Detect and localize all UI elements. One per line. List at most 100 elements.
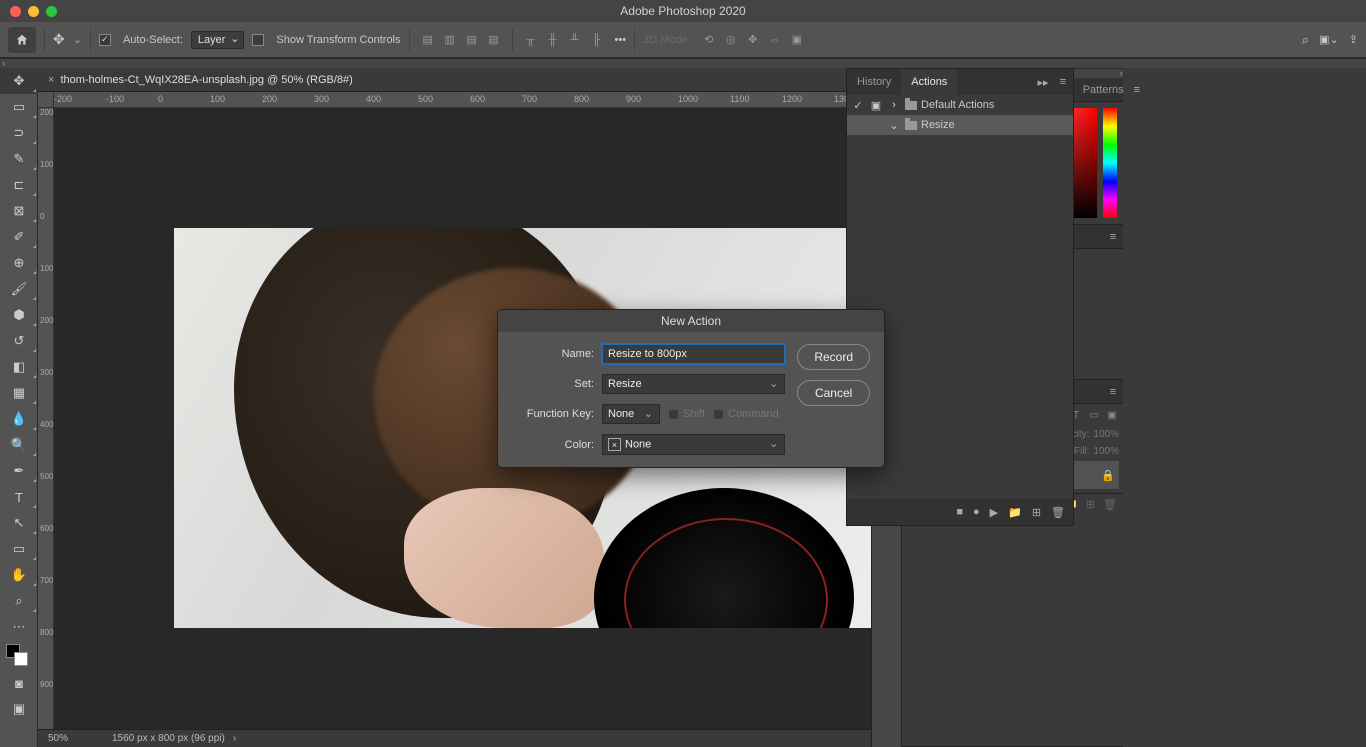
delete-action-icon[interactable]: 🗑 <box>1051 506 1065 519</box>
new-layer-icon[interactable]: ⊞ <box>1086 498 1095 511</box>
play-icon[interactable]: ▶ <box>990 506 998 519</box>
opacity-value[interactable]: 100% <box>1093 429 1119 440</box>
edit-toolbar[interactable]: ⋯ <box>0 614 38 640</box>
document-tab-title: thom-holmes-Ct_WqIX28EA-unsplash.jpg @ 5… <box>60 74 352 86</box>
filter-smart-icon[interactable]: ▣ <box>1105 409 1119 423</box>
auto-select-label: Auto-Select: <box>123 34 183 46</box>
ruler-corner[interactable] <box>38 92 54 108</box>
auto-select-checkbox[interactable] <box>99 34 111 46</box>
panel-collapse-strip[interactable]: ‹‹ <box>0 58 1366 68</box>
panel-menu-icon[interactable]: ≡ <box>1134 78 1140 101</box>
record-button[interactable]: Record <box>797 344 870 370</box>
marquee-tool[interactable]: ▭ <box>0 94 38 120</box>
blur-tool[interactable]: 💧 <box>0 406 38 432</box>
filter-shape-icon[interactable]: ▭ <box>1087 409 1101 423</box>
path-select-tool[interactable]: ↖ <box>0 510 38 536</box>
folder-icon <box>905 101 917 110</box>
record-icon[interactable]: ● <box>973 506 980 518</box>
show-transform-label: Show Transform Controls <box>276 34 400 46</box>
healing-tool[interactable]: ⊕ <box>0 250 38 276</box>
action-item-default[interactable]: ✓ ▣ › Default Actions <box>847 95 1073 115</box>
tab-actions[interactable]: Actions <box>901 69 957 95</box>
auto-select-dropdown[interactable]: Layer <box>191 31 245 49</box>
window-maximize-icon[interactable] <box>46 6 57 17</box>
quick-mask-tool[interactable]: ◙ <box>0 670 38 696</box>
tab-history[interactable]: History <box>847 69 901 95</box>
color-swatch-tool[interactable] <box>0 640 38 670</box>
ruler-vertical[interactable]: 20010001002003004005006007008009001000 <box>38 108 54 729</box>
fill-label: Fill: <box>1074 446 1090 457</box>
close-tab-icon[interactable]: × <box>48 74 54 86</box>
dodge-tool[interactable]: 🔍 <box>0 432 38 458</box>
set-dropdown[interactable]: Resize <box>602 374 785 394</box>
panel-collapse-icon[interactable]: ▸▸ <box>1033 69 1053 95</box>
document-tab[interactable]: × thom-holmes-Ct_WqIX28EA-unsplash.jpg @… <box>38 68 363 92</box>
titlebar: Adobe Photoshop 2020 <box>0 0 1366 22</box>
shape-tool[interactable]: ▭ <box>0 536 38 562</box>
name-input[interactable] <box>602 344 785 364</box>
distribute-left-icon[interactable]: ╟ <box>587 30 607 50</box>
expand-icon[interactable]: ⌄ <box>887 119 901 132</box>
brush-tool[interactable]: 🖌 <box>0 276 38 302</box>
stamp-tool[interactable]: ⬢ <box>0 302 38 328</box>
panel-menu-icon[interactable]: ≡ <box>1103 380 1123 403</box>
hand-tool[interactable]: ✋ <box>0 562 38 588</box>
distribute-bottom-icon[interactable]: ╨ <box>565 30 585 50</box>
color-dropdown[interactable]: ×None <box>602 434 785 455</box>
panel-menu-icon[interactable]: ≡ <box>1053 69 1073 95</box>
home-button[interactable] <box>8 27 36 53</box>
frame-tool[interactable]: ⊠ <box>0 198 38 224</box>
cancel-button[interactable]: Cancel <box>797 380 870 406</box>
action-toggle-icon[interactable]: ✓ <box>851 99 865 112</box>
eraser-tool[interactable]: ◧ <box>0 354 38 380</box>
action-item-resize[interactable]: ⌄ Resize <box>847 115 1073 135</box>
action-name: Default Actions <box>921 99 994 111</box>
move-tool-icon: ✥ <box>53 31 65 48</box>
share-icon[interactable]: ⇪ <box>1349 33 1358 46</box>
folder-icon <box>905 121 917 130</box>
options-bar: ✥ ⌄ Auto-Select: Layer Show Transform Co… <box>0 22 1366 58</box>
set-label: Set: <box>512 378 594 390</box>
align-right-icon[interactable]: ▤ <box>462 30 482 50</box>
window-close-icon[interactable] <box>10 6 21 17</box>
distribute-top-icon[interactable]: ╥ <box>521 30 541 50</box>
status-more-icon[interactable]: › <box>233 733 236 744</box>
stop-icon[interactable]: ■ <box>956 506 963 518</box>
ruler-horizontal[interactable]: -200-10001002003004005006007008009001000… <box>54 92 871 108</box>
align-center-h-icon[interactable]: ▥ <box>440 30 460 50</box>
align-top-icon[interactable]: ▤ <box>484 30 504 50</box>
eyedropper-tool[interactable]: ✐ <box>0 224 38 250</box>
zoom-tool[interactable]: ⌕ <box>0 588 38 614</box>
zoom-level[interactable]: 50% <box>38 733 98 744</box>
crop-tool[interactable]: ⊏ <box>0 172 38 198</box>
search-icon[interactable]: ⌕ <box>1302 32 1309 48</box>
fill-value[interactable]: 100% <box>1093 446 1119 457</box>
delete-layer-icon[interactable]: 🗑 <box>1103 498 1117 511</box>
3d-slide-icon: ⇔ <box>765 30 785 50</box>
new-set-icon[interactable]: 📁 <box>1008 506 1022 519</box>
3d-orbit-icon: ⟲ <box>699 30 719 50</box>
align-left-icon[interactable]: ▤ <box>418 30 438 50</box>
move-tool[interactable]: ✥ <box>0 68 38 94</box>
new-action-icon[interactable]: ⊞ <box>1032 506 1041 519</box>
expand-icon[interactable]: › <box>887 99 901 111</box>
panel-menu-icon[interactable]: ≡ <box>1103 225 1123 248</box>
pen-tool[interactable]: ✒ <box>0 458 38 484</box>
workspace-icon[interactable]: ▣⌄ <box>1319 33 1339 46</box>
history-brush-tool[interactable]: ↺ <box>0 328 38 354</box>
layer-lock-icon: 🔒 <box>1101 469 1115 482</box>
lasso-tool[interactable]: ⊃ <box>0 120 38 146</box>
hue-slider[interactable] <box>1103 108 1117 218</box>
type-tool[interactable]: T <box>0 484 38 510</box>
document-tab-bar: × thom-holmes-Ct_WqIX28EA-unsplash.jpg @… <box>38 68 871 92</box>
more-options-icon[interactable]: ••• <box>615 34 627 46</box>
distribute-center-v-icon[interactable]: ╫ <box>543 30 563 50</box>
fkey-dropdown[interactable]: None <box>602 404 660 424</box>
gradient-tool[interactable]: ▦ <box>0 380 38 406</box>
screen-mode-tool[interactable]: ▣ <box>0 696 38 722</box>
show-transform-checkbox[interactable] <box>252 34 264 46</box>
quick-select-tool[interactable]: ✎ <box>0 146 38 172</box>
tab-patterns[interactable]: Patterns <box>1073 78 1134 101</box>
action-dialog-icon[interactable]: ▣ <box>869 99 883 112</box>
window-minimize-icon[interactable] <box>28 6 39 17</box>
